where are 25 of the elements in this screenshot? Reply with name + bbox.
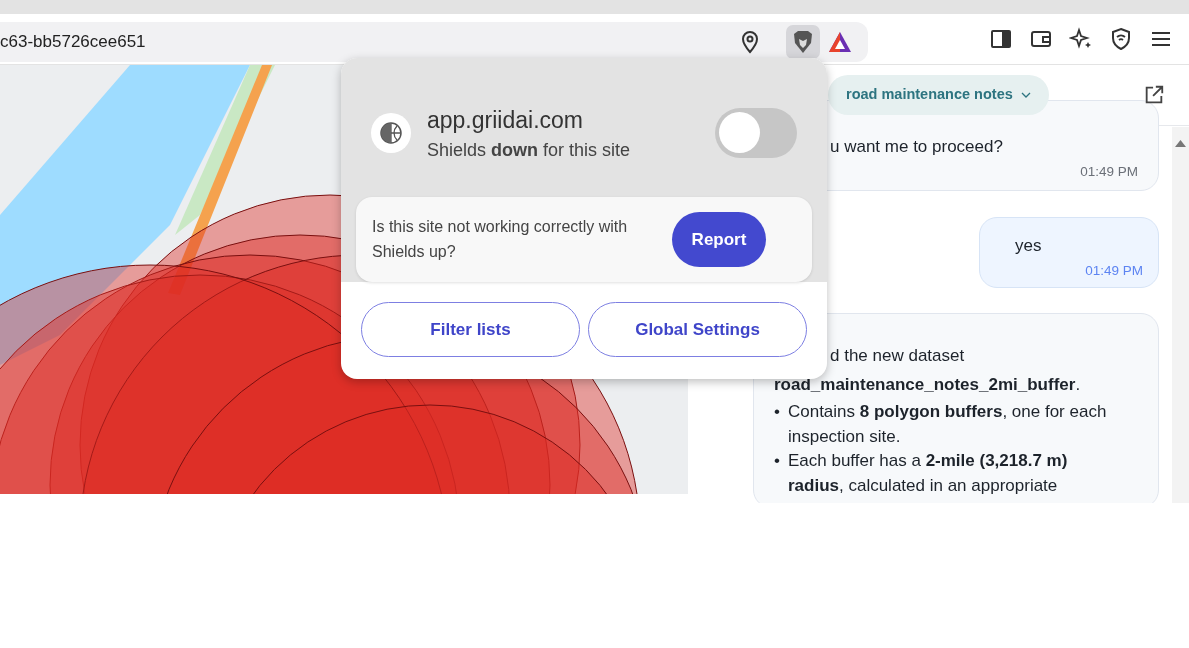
sidebar-icon[interactable]	[989, 27, 1013, 51]
panel-button[interactable]: Filter lists	[361, 302, 580, 357]
message-time: 01:49 PM	[1080, 162, 1138, 181]
chevron-down-icon	[1020, 92, 1031, 98]
external-link-icon[interactable]	[1143, 84, 1165, 106]
report-button[interactable]: Report	[672, 211, 766, 267]
globe-icon	[371, 113, 411, 154]
shields-status: Shields down for this site	[427, 139, 632, 163]
message-text: u want me to proceed?	[829, 136, 1004, 158]
message-text: yes	[1015, 235, 1043, 258]
message-time: 01:49 PM	[1085, 262, 1143, 281]
url-text: c63-bb5726cee651	[0, 30, 147, 53]
dataset-dropdown[interactable]: road maintenance notes	[828, 75, 1049, 115]
address-bar[interactable]: c63-bb5726cee651	[0, 21, 868, 62]
bullet-item: Each buffer has a 2-mile (3,218.7 m) radius, calculated in an appropriate	[787, 450, 1069, 497]
bullet-marker: •	[774, 450, 780, 473]
panel-button[interactable]: Global Settings	[588, 302, 807, 357]
scrollbar[interactable]	[1172, 127, 1189, 503]
lion-shield-icon[interactable]	[786, 24, 820, 59]
bullet-item: Contains 8 polygon buffers, one for each inspection site.	[787, 401, 1108, 448]
report-prompt: Is this site not working correctly with Shields up?	[372, 216, 629, 263]
shields-toggle[interactable]	[715, 108, 797, 159]
bullet-marker: •	[774, 401, 780, 424]
shield-icon[interactable]	[1109, 27, 1133, 51]
site-domain: app.griidai.com	[427, 105, 584, 135]
